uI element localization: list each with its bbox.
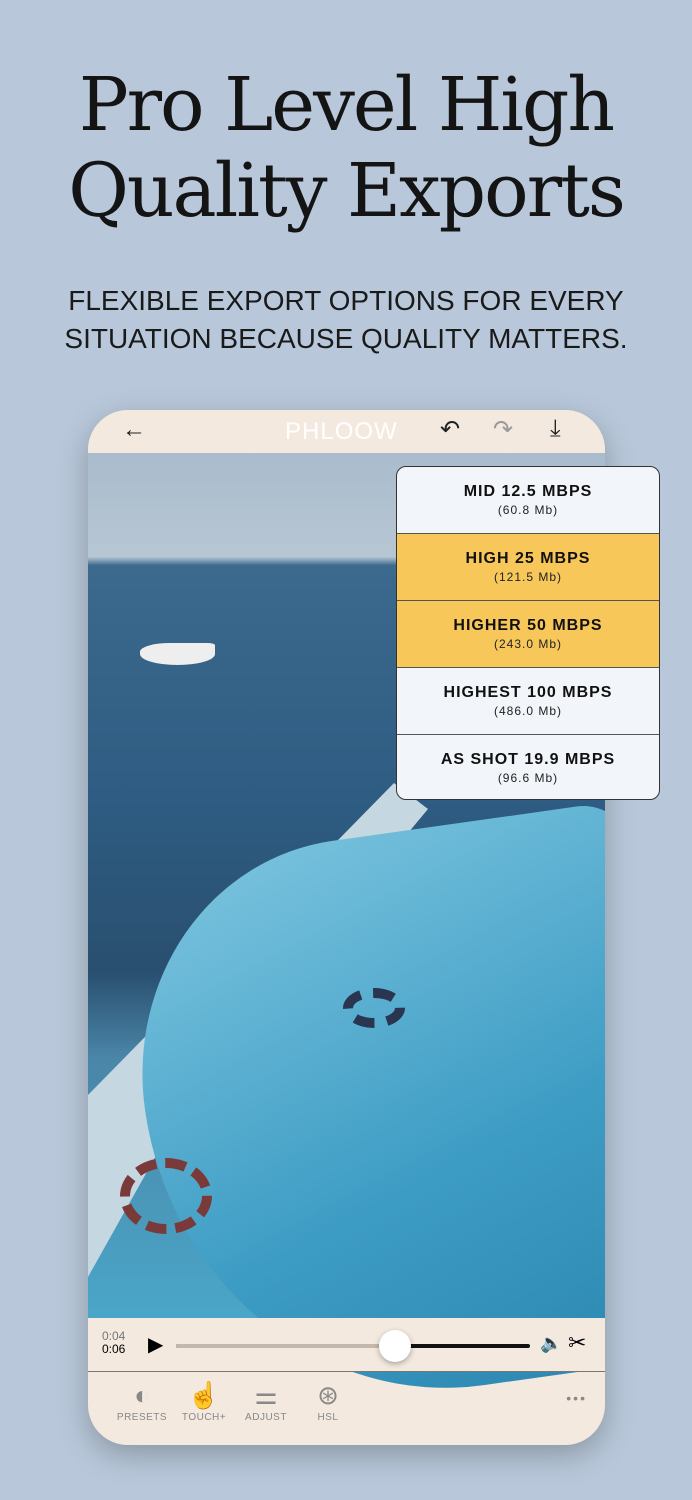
export-option-label: HIGHER 50 MBPS: [453, 617, 603, 634]
tool-tab-bar: ◐ PRESETS ☝ TOUCH+ ⚌ ADJUST ⊛ HSL •••: [88, 1372, 605, 1445]
back-arrow-icon[interactable]: ←: [122, 416, 146, 444]
tab-label: ADJUST: [245, 1412, 287, 1423]
sliders-icon: ⚌: [254, 1380, 278, 1410]
export-option-label: AS SHOT 19.9 MBPS: [440, 751, 616, 768]
export-option[interactable]: HIGHER 50 MBPS (243.0 Mb): [397, 601, 659, 668]
tab-touch[interactable]: ☝ TOUCH+: [174, 1380, 234, 1423]
boat: [140, 643, 215, 665]
time-display: 0:04 0:06: [102, 1330, 125, 1356]
headline: Pro Level High Quality Exports: [0, 62, 692, 234]
scrubber-track[interactable]: [176, 1330, 530, 1362]
tab-hsl[interactable]: ⊛ HSL: [298, 1380, 358, 1423]
export-option[interactable]: MID 12.5 MBPS (60.8 Mb): [397, 467, 659, 534]
subheadline: FLEXIBLE EXPORT OPTIONS FOR EVERY SITUATI…: [0, 282, 692, 358]
video-player-controls: 0:04 0:06 ▶ 🔈 ✂: [88, 1318, 605, 1372]
total-time: 0:06: [102, 1342, 126, 1356]
export-option-label: HIGH 25 MBPS: [465, 550, 591, 567]
tab-label: TOUCH+: [181, 1412, 227, 1423]
export-quality-menu: MID 12.5 MBPS (60.8 Mb) HIGH 25 MBPS (121.5…: [396, 466, 660, 800]
download-icon[interactable]: ⤓: [550, 415, 561, 443]
scrubber-handle[interactable]: [379, 1330, 412, 1362]
float-ring: [343, 988, 405, 1028]
play-icon[interactable]: ▶: [148, 1332, 163, 1357]
tab-adjust[interactable]: ⚌ ADJUST: [236, 1380, 296, 1423]
scissors-icon[interactable]: ✂: [568, 1330, 586, 1356]
export-option-size: (60.8 Mb): [497, 503, 559, 517]
export-option-size: (121.5 Mb): [493, 570, 563, 584]
app-logo: PHLOOW: [285, 418, 398, 445]
tab-label: HSL: [317, 1412, 339, 1423]
headline-line1: Pro Level High: [78, 62, 615, 148]
more-icon[interactable]: •••: [566, 1390, 587, 1406]
presets-icon: ◐: [134, 1380, 150, 1410]
export-option[interactable]: HIGHEST 100 MBPS (486.0 Mb): [397, 668, 659, 735]
tab-presets[interactable]: ◐ PRESETS: [112, 1380, 172, 1423]
top-bar: ← PHLOOW ↶ ↷ ⤓: [88, 410, 605, 453]
subheadline-line1: FLEXIBLE EXPORT OPTIONS FOR EVERY: [68, 285, 624, 316]
redo-icon[interactable]: ↷: [493, 415, 513, 444]
undo-icon[interactable]: ↶: [440, 415, 460, 444]
touch-icon: ☝: [187, 1380, 221, 1410]
export-option-size: (96.6 Mb): [497, 771, 559, 785]
hsl-icon: ⊛: [317, 1380, 339, 1410]
export-option-label: HIGHEST 100 MBPS: [443, 684, 613, 701]
export-option-size: (486.0 Mb): [493, 704, 563, 718]
tab-label: PRESETS: [116, 1412, 168, 1423]
headline-line2: Quality Exports: [68, 148, 626, 234]
export-option[interactable]: HIGH 25 MBPS (121.5 Mb): [397, 534, 659, 601]
export-option-size: (243.0 Mb): [493, 637, 563, 651]
float-ring: [120, 1158, 212, 1234]
subheadline-line2: SITUATION BECAUSE QUALITY MATTERS.: [64, 323, 628, 354]
volume-icon[interactable]: 🔈: [540, 1333, 562, 1354]
scrubber-played: [176, 1344, 396, 1348]
export-option[interactable]: AS SHOT 19.9 MBPS (96.6 Mb): [397, 735, 659, 799]
export-option-label: MID 12.5 MBPS: [463, 483, 593, 500]
